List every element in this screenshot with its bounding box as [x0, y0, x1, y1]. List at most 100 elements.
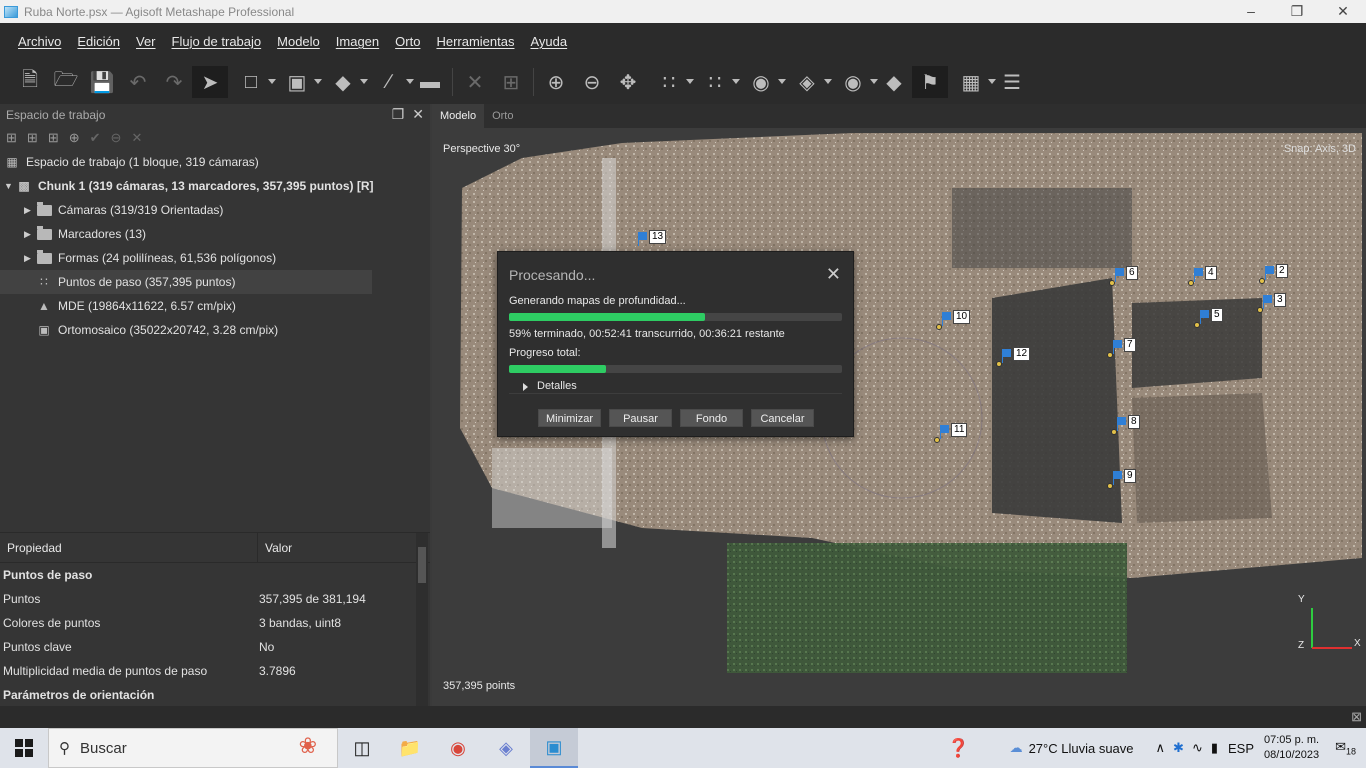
- remove-icon[interactable]: ✕: [131, 130, 142, 146]
- zoom-out-icon[interactable]: ⊖: [574, 66, 610, 98]
- battery-icon[interactable]: ▮: [1211, 740, 1218, 756]
- wifi-icon[interactable]: ∿: [1192, 740, 1203, 756]
- help-icon[interactable]: ❓: [947, 738, 969, 759]
- ruler-icon[interactable]: ▬: [412, 66, 448, 98]
- add-chunk-icon[interactable]: ⊞: [6, 130, 17, 146]
- column-header-property[interactable]: Propiedad: [0, 532, 258, 563]
- marker-10[interactable]: 10: [936, 310, 971, 330]
- task-view-icon[interactable]: ◫: [338, 728, 386, 768]
- close-panel-icon[interactable]: ✕: [412, 106, 424, 123]
- marker-6[interactable]: 6: [1109, 266, 1138, 286]
- marker-3[interactable]: 3: [1257, 293, 1286, 313]
- menu-imagen[interactable]: Imagen: [328, 34, 387, 49]
- add-photos-icon[interactable]: ⊞: [27, 130, 38, 146]
- new-document-icon[interactable]: 🗎: [12, 66, 48, 98]
- menu-archivo[interactable]: Archivo: [10, 34, 69, 49]
- weather-icon[interactable]: ☁: [1010, 740, 1023, 756]
- mesh-shaded-icon[interactable]: ◉: [738, 66, 786, 98]
- close-window-button[interactable]: ✕: [1320, 0, 1366, 23]
- workspace-icon: ▦: [6, 155, 18, 169]
- column-header-value[interactable]: Valor: [258, 541, 292, 555]
- menu-ver[interactable]: Ver: [128, 34, 164, 49]
- point-cloud-icon[interactable]: ∷: [646, 66, 694, 98]
- tree-item-shapes[interactable]: ▶ Formas (24 polilíneas, 61,536 polígono…: [0, 246, 430, 270]
- delete-selection-icon[interactable]: ✕: [457, 66, 493, 98]
- region-icon[interactable]: ◆: [876, 66, 912, 98]
- collapse-arrow-icon[interactable]: ▶: [24, 229, 36, 240]
- weather-label[interactable]: 27°C Lluvia suave: [1029, 741, 1134, 756]
- restore-window-button[interactable]: ❐: [1274, 0, 1320, 23]
- properties-scrollbar[interactable]: [416, 533, 428, 707]
- save-icon[interactable]: 💾: [84, 66, 120, 98]
- marker-5[interactable]: 5: [1194, 308, 1223, 328]
- language-indicator[interactable]: ESP: [1228, 741, 1254, 756]
- collapse-arrow-icon[interactable]: ▶: [24, 253, 36, 264]
- undock-icon[interactable]: ❐: [392, 106, 405, 123]
- zoom-in-icon[interactable]: ⊕: [538, 66, 574, 98]
- open-folder-icon[interactable]: 🗁: [48, 66, 84, 98]
- undo-icon[interactable]: ↶: [120, 66, 156, 98]
- menu-flujo-de-trabajo[interactable]: Flujo de trabajo: [164, 34, 270, 49]
- disable-icon[interactable]: ⊖: [111, 130, 122, 146]
- camera-icon[interactable]: ◉: [830, 66, 878, 98]
- close-icon[interactable]: ✕: [826, 264, 841, 285]
- dense-cloud-icon[interactable]: ∷: [692, 66, 740, 98]
- bluetooth-icon[interactable]: ✱: [1173, 740, 1184, 756]
- tree-item-dem[interactable]: ▲ MDE (19864x11622, 6.57 cm/pix): [0, 294, 430, 318]
- marker-9[interactable]: 9: [1107, 469, 1136, 489]
- add-markers-icon[interactable]: ⊕: [69, 130, 80, 146]
- tree-item-workspace[interactable]: ▦ Espacio de trabajo (1 bloque, 319 cáma…: [0, 150, 430, 174]
- pause-button[interactable]: Pausar: [609, 409, 672, 427]
- minimize-button[interactable]: Minimizar: [538, 409, 601, 427]
- background-button[interactable]: Fondo: [680, 409, 743, 427]
- menu-edicion[interactable]: Edición: [69, 34, 128, 49]
- tree-item-orthomosaic[interactable]: ▣ Ortomosaico (35022x20742, 3.28 cm/pix): [0, 318, 430, 342]
- marker-4[interactable]: 4: [1188, 266, 1217, 286]
- redo-icon[interactable]: ↷: [156, 66, 192, 98]
- tab-modelo[interactable]: Modelo: [432, 104, 485, 128]
- paint-icon[interactable]: ◈: [482, 728, 530, 768]
- crop-selection-icon[interactable]: ⊞: [493, 66, 529, 98]
- tiled-model-icon[interactable]: ◈: [784, 66, 832, 98]
- collapse-arrow-icon[interactable]: ▶: [24, 205, 36, 216]
- file-explorer-icon[interactable]: 📁: [386, 728, 434, 768]
- reset-view-icon[interactable]: ✥: [610, 66, 646, 98]
- windows-start-icon[interactable]: [0, 728, 48, 768]
- taskbar-search[interactable]: ⚲ Buscar ❀: [48, 728, 338, 768]
- tree-item-markers[interactable]: ▶ Marcadores (13): [0, 222, 430, 246]
- tree-item-chunk[interactable]: ▼ ▩ Chunk 1 (319 cámaras, 13 marcadores,…: [0, 174, 430, 198]
- marker-12[interactable]: 12: [996, 347, 1031, 367]
- draw-line-icon[interactable]: ∕: [366, 66, 414, 98]
- marker-2[interactable]: 2: [1259, 264, 1288, 284]
- markers-flag-icon[interactable]: ⚑: [912, 66, 948, 98]
- resize-grip-icon[interactable]: ⊠: [1351, 709, 1362, 725]
- marker-11[interactable]: 11: [934, 423, 968, 443]
- notifications-icon[interactable]: ✉18: [1335, 739, 1356, 757]
- metashape-taskbar-icon[interactable]: ▣: [530, 728, 578, 768]
- menu-modelo[interactable]: Modelo: [269, 34, 328, 49]
- enable-icon[interactable]: ✔: [90, 130, 101, 146]
- tree-item-tie-points[interactable]: ∷ Puntos de paso (357,395 puntos): [0, 270, 372, 294]
- images-icon[interactable]: ▦: [948, 66, 996, 98]
- model-selection-icon[interactable]: ▣: [274, 66, 322, 98]
- details-toggle[interactable]: Detalles: [509, 380, 842, 394]
- marker-8[interactable]: 8: [1111, 415, 1140, 435]
- menu-ayuda[interactable]: Ayuda: [522, 34, 575, 49]
- chrome-icon[interactable]: ◉: [434, 728, 482, 768]
- menu-orto[interactable]: Orto: [387, 34, 428, 49]
- menu-herramientas[interactable]: Herramientas: [428, 34, 522, 49]
- draw-polygon-icon[interactable]: ◆: [320, 66, 368, 98]
- navigation-cursor-icon[interactable]: ➤: [192, 66, 228, 98]
- marker-7[interactable]: 7: [1107, 338, 1136, 358]
- shapes-layers-icon[interactable]: ☰: [994, 66, 1030, 98]
- cancel-button[interactable]: Cancelar: [751, 409, 814, 427]
- clock[interactable]: 07:05 p. m. 08/10/2023: [1264, 733, 1319, 763]
- minimize-window-button[interactable]: –: [1228, 0, 1274, 23]
- chevron-up-icon[interactable]: ∧: [1156, 740, 1166, 756]
- tab-orto[interactable]: Orto: [484, 104, 521, 128]
- marker-13[interactable]: 13: [638, 230, 667, 246]
- rectangle-selection-icon[interactable]: □: [228, 66, 276, 98]
- add-folder-icon[interactable]: ⊞: [48, 130, 59, 146]
- tree-item-cameras[interactable]: ▶ Cámaras (319/319 Orientadas): [0, 198, 430, 222]
- expand-arrow-icon[interactable]: ▼: [4, 181, 16, 191]
